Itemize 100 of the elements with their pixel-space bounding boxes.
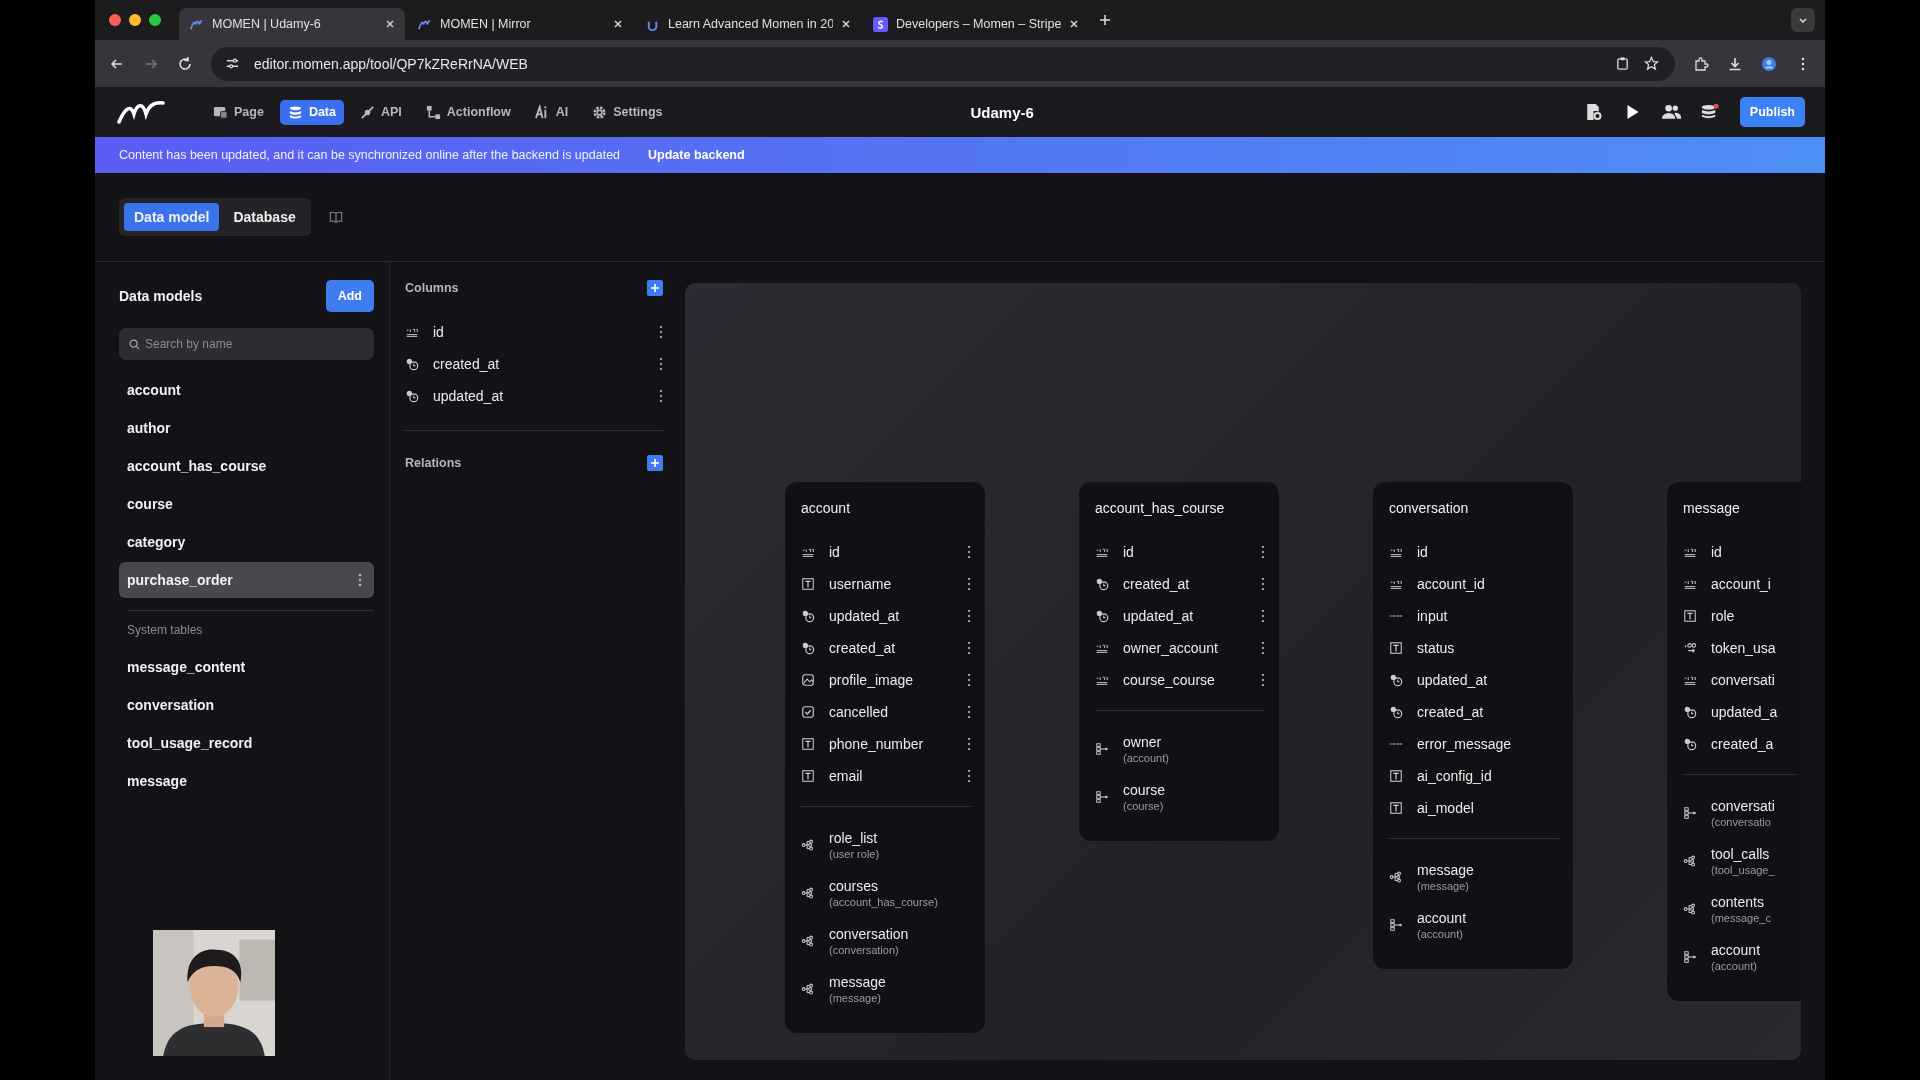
profile-avatar-icon[interactable]: [1761, 55, 1777, 72]
link-relation-icon: [1683, 950, 1697, 964]
close-icon[interactable]: [613, 19, 623, 29]
relation-target: (account): [1417, 928, 1464, 940]
nav-tab[interactable]: API: [352, 99, 410, 125]
datetime-type-icon: [405, 357, 419, 371]
column-name[interactable]: created_at: [433, 356, 645, 372]
site-settings-icon[interactable]: [225, 56, 240, 71]
reload-icon[interactable]: [177, 55, 193, 72]
more-icon[interactable]: [1261, 577, 1265, 591]
add-column-button[interactable]: [647, 280, 663, 296]
more-icon[interactable]: [967, 545, 971, 559]
more-icon[interactable]: [659, 357, 663, 371]
close-icon[interactable]: [841, 19, 851, 29]
model-item[interactable]: category: [119, 524, 374, 560]
link-relation-icon: [1095, 790, 1109, 804]
update-backend-link[interactable]: Update backend: [648, 148, 745, 162]
browser-tab[interactable]: Developers – Momen – Stripe: [863, 8, 1089, 40]
browser-tab[interactable]: Learn Advanced Momen in 20: [635, 8, 861, 40]
section-label: System tables: [126, 623, 204, 637]
column-name[interactable]: updated_at: [433, 388, 645, 404]
close-icon[interactable]: [385, 19, 395, 29]
nav-tab[interactable]: Settings: [584, 99, 671, 125]
publish-button[interactable]: Publish: [1739, 97, 1805, 127]
more-icon[interactable]: [358, 573, 362, 587]
column-name[interactable]: id: [433, 324, 645, 340]
relation-name: contents: [1711, 894, 1765, 910]
more-icon[interactable]: [967, 737, 971, 751]
clipboard-icon[interactable]: [1615, 56, 1630, 71]
model-item[interactable]: conversation: [119, 687, 374, 723]
browser-tab[interactable]: MOMEN | Udamy-6: [179, 8, 405, 40]
nav-tab[interactable]: Actionflow: [417, 99, 519, 125]
more-icon[interactable]: [967, 705, 971, 719]
tab-title: MOMEN | Mirror: [440, 17, 532, 31]
add-button[interactable]: Add: [325, 280, 374, 312]
model-item[interactable]: tool_usage_record: [119, 725, 374, 761]
tab-search-button[interactable]: [1791, 8, 1815, 32]
field-name: status: [1417, 640, 1456, 656]
card-title: account: [801, 500, 852, 516]
more-icon[interactable]: [967, 577, 971, 591]
field-name: role: [1711, 608, 1736, 624]
branch-relation-icon: [1683, 902, 1697, 916]
tab-title: Learn Advanced Momen in 20: [668, 17, 833, 31]
model-card[interactable]: conversation id account_id input status updated_at created_at error_message ai_config_id ai_model message (message) account (account): [1373, 482, 1573, 969]
url-text: editor.momen.app/tool/QP7kZReRrNA/WEB: [254, 55, 528, 72]
people-icon[interactable]: [1661, 103, 1681, 121]
view-tab[interactable]: Database: [223, 203, 306, 231]
download-icon[interactable]: [1727, 55, 1743, 72]
search-field[interactable]: Search by name: [119, 328, 374, 360]
relation-name: account: [1417, 910, 1467, 926]
model-card[interactable]: account_has_course id created_at updated_at owner_account course_course owner (account) course (course): [1079, 482, 1279, 841]
extensions-icon[interactable]: [1693, 55, 1709, 72]
relation-name: owner: [1123, 734, 1163, 750]
more-icon[interactable]: [967, 673, 971, 687]
more-icon[interactable]: [967, 609, 971, 623]
bookmark-star-icon[interactable]: [1644, 56, 1659, 71]
card-title: message: [1683, 500, 1741, 516]
more-icon[interactable]: [1261, 641, 1265, 655]
text-type-icon: [801, 769, 815, 783]
more-icon[interactable]: [967, 641, 971, 655]
model-item[interactable]: account: [119, 372, 374, 408]
field-name: cancelled: [829, 704, 890, 720]
model-item[interactable]: message_content: [119, 649, 374, 685]
field-name: updated_a: [1711, 704, 1779, 720]
model-item[interactable]: author: [119, 410, 374, 446]
more-icon[interactable]: [1261, 545, 1265, 559]
nav-tab[interactable]: Data: [279, 99, 344, 125]
model-item[interactable]: account_has_course: [119, 448, 374, 484]
view-tab[interactable]: Data model: [124, 203, 220, 231]
model-card[interactable]: account id username updated_at created_at profile_image cancelled phone_number email role_list (user role) courses (account_has_course) conversation (conversation) message (message): [785, 482, 985, 1033]
decimal-type-icon: [1683, 641, 1697, 655]
more-icon[interactable]: [1261, 609, 1265, 623]
database-icon: [287, 104, 303, 120]
nav-tab[interactable]: Page: [205, 99, 272, 125]
close-window-button[interactable]: [109, 14, 121, 26]
field-name: updated_at: [1417, 672, 1489, 688]
nav-tab[interactable]: AI: [526, 99, 577, 125]
model-item[interactable]: message: [119, 763, 374, 799]
field-name: phone_number: [829, 736, 925, 752]
model-item[interactable]: course: [119, 486, 374, 522]
book-icon[interactable]: [328, 210, 343, 224]
close-icon[interactable]: [1069, 19, 1079, 29]
more-icon[interactable]: [967, 769, 971, 783]
wave-logo-icon[interactable]: [117, 100, 167, 124]
relation-target: (account_has_course): [829, 896, 938, 908]
field-name: owner_account: [1123, 640, 1219, 656]
add-relation-button[interactable]: [647, 455, 663, 471]
more-icon[interactable]: [1261, 673, 1265, 687]
model-item[interactable]: purchase_order: [119, 562, 374, 598]
link-relation-icon: [1683, 806, 1697, 820]
more-icon[interactable]: [659, 325, 663, 339]
database-check-icon[interactable]: [1700, 103, 1720, 121]
address-bar[interactable]: editor.momen.app/tool/QP7kZReRrNA/WEB: [211, 46, 1675, 81]
minimize-window-button[interactable]: [129, 14, 141, 26]
new-tab-icon[interactable]: [1099, 14, 1111, 26]
model-card[interactable]: message id account_i role token_usa conversati updated_a created_a conversati (conversatio tool_calls (tool_usage_ contents (message_c account (account): [1667, 482, 1801, 1001]
more-icon[interactable]: [659, 389, 663, 403]
datetime-type-icon: [1095, 577, 1109, 591]
browser-tab[interactable]: MOMEN | Mirror: [407, 8, 633, 40]
maximize-window-button[interactable]: [149, 14, 161, 26]
